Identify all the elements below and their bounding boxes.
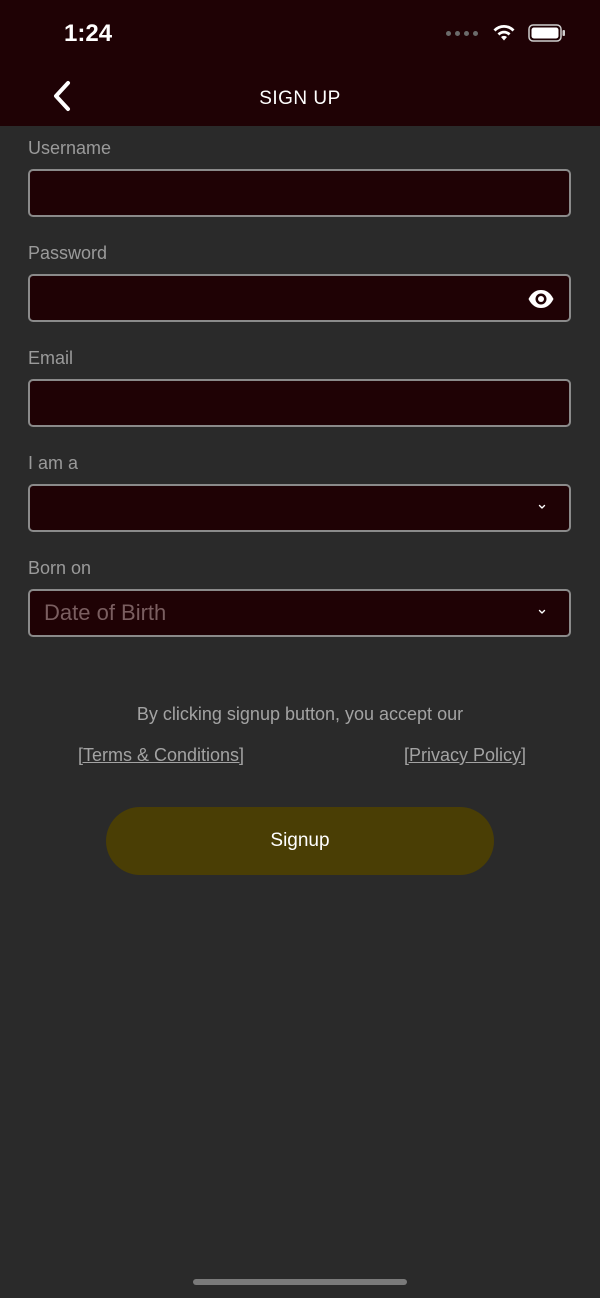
username-input[interactable] <box>30 171 569 215</box>
role-label: I am a <box>28 453 79 473</box>
role-select[interactable] <box>28 484 571 532</box>
username-field[interactable] <box>28 169 571 217</box>
email-input[interactable] <box>30 381 569 425</box>
eye-icon[interactable] <box>527 288 555 310</box>
dob-placeholder: Date of Birth <box>44 600 167 625</box>
home-indicator <box>193 1279 407 1285</box>
page-title: SIGN UP <box>259 88 341 109</box>
chevron-down-icon <box>538 504 546 509</box>
battery-icon <box>528 24 565 42</box>
signup-button[interactable]: Signup <box>106 807 494 875</box>
password-input[interactable] <box>30 276 569 320</box>
privacy-link[interactable]: [Privacy Policy] <box>404 745 526 766</box>
chevron-down-icon <box>538 609 546 614</box>
header: 1:24 SIGN UP <box>0 0 600 126</box>
wifi-icon <box>493 25 515 41</box>
email-field[interactable] <box>28 379 571 427</box>
username-label: Username <box>28 138 112 158</box>
dob-label: Born on <box>28 558 92 578</box>
email-label: Email <box>28 348 74 368</box>
password-label: Password <box>28 243 108 263</box>
accept-text: By clicking signup button, you accept ou… <box>136 704 464 724</box>
signal-icon <box>446 30 478 36</box>
password-field[interactable] <box>28 274 571 322</box>
terms-link[interactable]: [Terms & Conditions] <box>78 745 244 766</box>
status-time: 1:24 <box>64 20 113 47</box>
dob-select[interactable]: Date of Birth <box>28 589 571 637</box>
status-icons <box>446 24 566 42</box>
